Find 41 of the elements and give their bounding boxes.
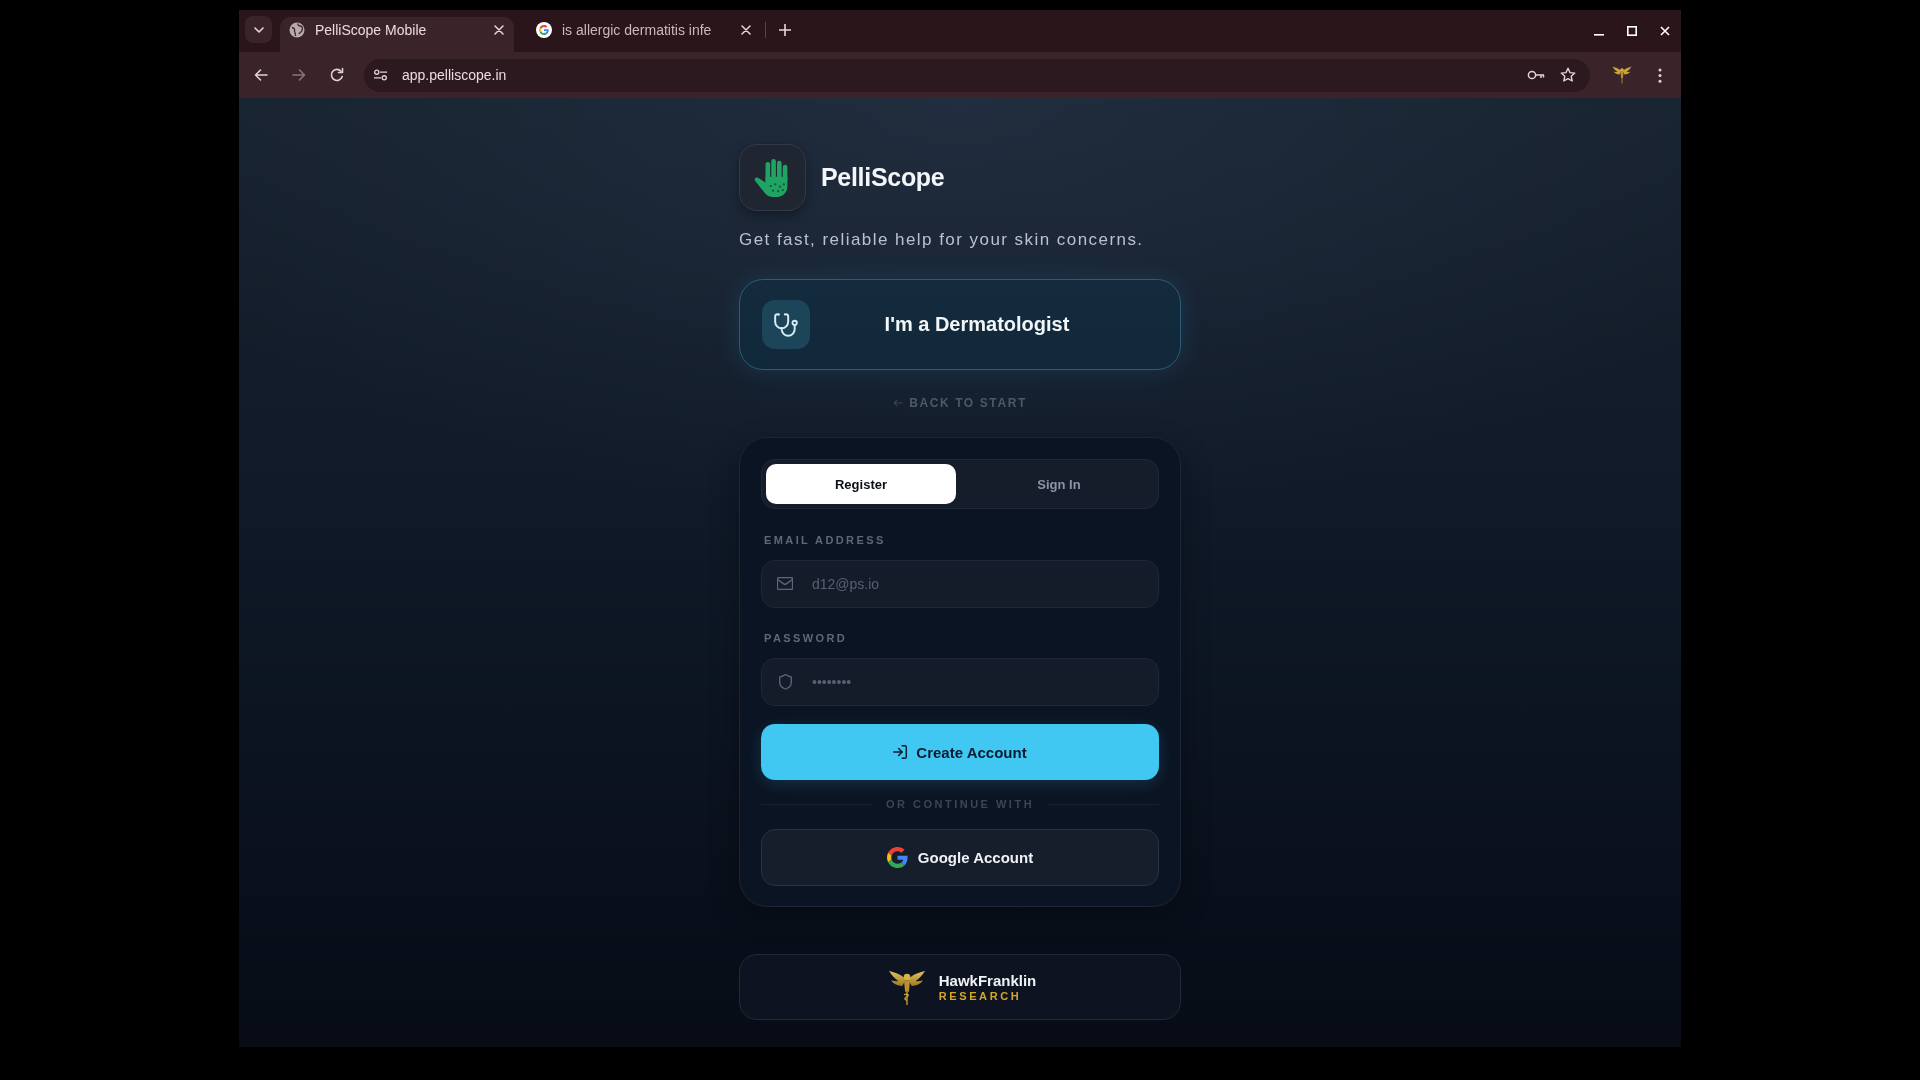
dermatologist-role-button[interactable]: I'm a Dermatologist: [739, 279, 1181, 370]
org-subtitle: RESEARCH: [938, 988, 1023, 1003]
field-label: PASSWORD: [764, 632, 849, 645]
login-icon: [893, 745, 908, 759]
menu-icon[interactable]: [1658, 67, 1662, 83]
site-settings-icon[interactable]: [373, 69, 388, 81]
field-label: EMAIL ADDRESS: [764, 534, 887, 547]
globe-icon: [289, 22, 305, 38]
mode-tab[interactable]: Register: [766, 464, 956, 504]
close-window-icon[interactable]: [1660, 26, 1670, 36]
email-field[interactable]: d12@ps.io: [761, 560, 1159, 608]
back-arrow-icon[interactable]: [253, 67, 269, 83]
arrow-left-icon: [893, 399, 904, 407]
create-account-button[interactable]: Create Account: [761, 724, 1159, 780]
winged-emblem-icon[interactable]: [1612, 65, 1632, 85]
browser-tab[interactable]: PelliScope Mobile: [280, 17, 514, 52]
address-bar[interactable]: app.pelliscope.in: [364, 58, 1590, 92]
hand-logo-icon: [739, 144, 806, 211]
stethoscope-icon: [762, 300, 810, 349]
plus-icon[interactable]: [779, 24, 791, 36]
google-g-icon: [886, 847, 908, 868]
maximize-icon[interactable]: [1627, 26, 1637, 36]
org-name: HawkFranklin: [938, 971, 1037, 989]
tab-list-button[interactable]: [245, 16, 272, 43]
close-icon[interactable]: [494, 25, 504, 35]
reload-icon[interactable]: [329, 67, 345, 83]
chevron-down-icon: [253, 26, 264, 33]
shield-icon: [779, 674, 792, 690]
password-field[interactable]: ••••••••: [761, 658, 1159, 706]
google-account-button[interactable]: Google Account: [761, 829, 1159, 886]
star-icon[interactable]: [1560, 67, 1576, 83]
close-icon[interactable]: [741, 25, 751, 35]
forward-arrow-icon[interactable]: [291, 67, 307, 83]
browser-tab[interactable]: is allergic dermatitis infe: [527, 17, 761, 52]
google-g-icon: [536, 22, 552, 38]
app-title: PelliScope: [821, 163, 945, 192]
mode-tab[interactable]: Sign In: [964, 464, 1154, 504]
winged-emblem-icon: [887, 968, 926, 1006]
tagline: Get fast, reliable help for your skin concerns.: [739, 229, 1145, 251]
mail-icon: [777, 577, 793, 590]
key-icon[interactable]: [1527, 70, 1545, 80]
